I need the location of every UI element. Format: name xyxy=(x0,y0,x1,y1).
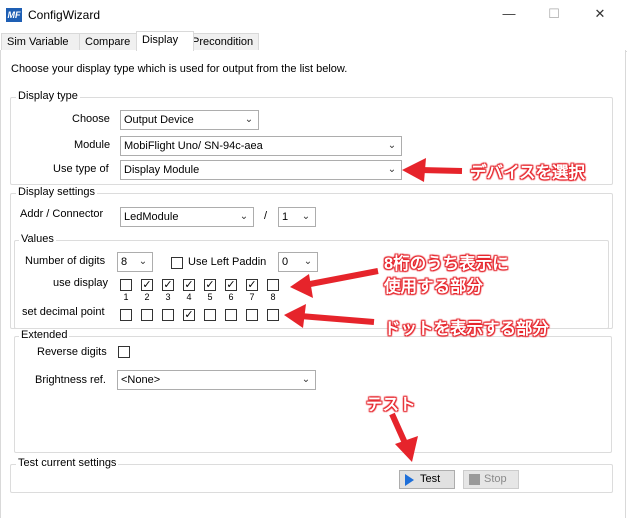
annotation-select-device: デバイスを選択 xyxy=(470,164,586,182)
annotation-test: テスト xyxy=(366,396,416,414)
annotation-arrows xyxy=(284,158,463,462)
arrow-to-test-button-icon xyxy=(389,412,418,462)
annotation-digits-line2: 使用する部分 xyxy=(384,278,483,296)
annotation-digits-line1: 8桁のうち表示に xyxy=(384,255,509,273)
arrow-to-decimal-point-icon xyxy=(284,304,375,328)
arrow-to-use-type-icon xyxy=(402,158,463,182)
tab-display[interactable]: Display xyxy=(136,31,194,51)
arrow-to-use-display-icon xyxy=(290,268,379,298)
annotation-dot: ドットを表示する部分 xyxy=(384,320,549,338)
